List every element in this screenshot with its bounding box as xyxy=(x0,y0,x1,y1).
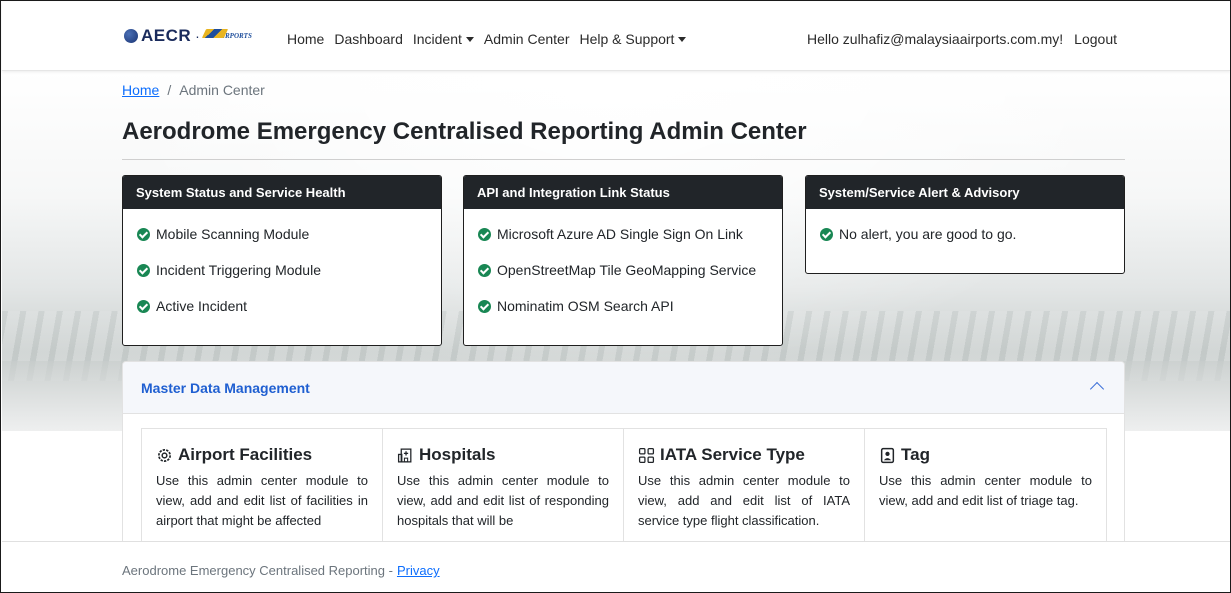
module-list: Airport Facilities Use this admin center… xyxy=(141,428,1107,549)
footer-text: Aerodrome Emergency Centralised Reportin… xyxy=(122,563,393,578)
globe-icon xyxy=(124,29,138,43)
system-status-card: System Status and Service Health Mobile … xyxy=(122,175,442,346)
status-item: OpenStreetMap Tile GeoMapping Service xyxy=(478,257,782,293)
check-circle-icon xyxy=(137,228,150,241)
user-area: Hello zulhafiz@malaysiaairports.com.my! … xyxy=(807,31,1117,47)
check-circle-icon xyxy=(137,300,150,313)
accordion-title: Master Data Management xyxy=(141,379,310,396)
check-circle-icon xyxy=(478,264,491,277)
module-description: Use this admin center module to view, ad… xyxy=(638,473,850,528)
privacy-link[interactable]: Privacy xyxy=(397,563,440,578)
module-title: Hospitals xyxy=(397,445,609,465)
caret-down-icon xyxy=(678,36,687,42)
nav-admin-center[interactable]: Admin Center xyxy=(484,31,570,47)
nav-incident-dropdown[interactable]: Incident xyxy=(413,31,474,47)
accordion-toggle[interactable]: Master Data Management xyxy=(123,362,1124,414)
check-circle-icon xyxy=(478,300,491,313)
module-description: Use this admin center module to view, ad… xyxy=(156,473,368,528)
breadcrumb: Home / Admin Center xyxy=(122,82,265,98)
module-tag[interactable]: Tag Use this admin center module to view… xyxy=(865,429,1106,549)
breadcrumb-current: Admin Center xyxy=(179,82,265,98)
gear-icon xyxy=(158,448,171,462)
status-item: Active Incident xyxy=(137,293,441,329)
airport-wing-icon xyxy=(201,29,228,38)
breadcrumb-separator: / xyxy=(167,82,172,98)
nav-links: Home Dashboard Incident Admin Center Hel… xyxy=(287,31,696,47)
status-list: Mobile Scanning Module Incident Triggeri… xyxy=(123,209,441,329)
hospital-icon xyxy=(397,447,412,463)
module-title: IATA Service Type xyxy=(638,445,850,465)
chevron-up-icon xyxy=(1089,381,1105,397)
brand-name: AECR xyxy=(141,26,192,45)
page-footer: Aerodrome Emergency Centralised Reportin… xyxy=(2,541,1230,592)
page-title: Aerodrome Emergency Centralised Reportin… xyxy=(122,118,807,145)
module-description: Use this admin center module to view, ad… xyxy=(397,473,609,528)
module-iata-service-type[interactable]: IATA Service Type Use this admin center … xyxy=(624,429,865,549)
malaysia-airports-logo: AIRPORTS xyxy=(201,28,252,44)
module-airport-facilities[interactable]: Airport Facilities Use this admin center… xyxy=(142,429,383,549)
status-item: Incident Triggering Module xyxy=(137,257,441,293)
status-item: Mobile Scanning Module xyxy=(137,221,441,257)
nav-dashboard[interactable]: Dashboard xyxy=(334,31,403,47)
brand-separator: · xyxy=(195,28,200,44)
nav-help-support-dropdown[interactable]: Help & Support xyxy=(580,31,687,47)
module-hospitals[interactable]: Hospitals Use this admin center module t… xyxy=(383,429,624,549)
logout-link[interactable]: Logout xyxy=(1074,31,1117,47)
card-header: System/Service Alert & Advisory xyxy=(806,176,1124,209)
check-circle-icon xyxy=(137,264,150,277)
nav-home[interactable]: Home xyxy=(287,31,324,47)
status-item: Nominatim OSM Search API xyxy=(478,293,782,329)
module-title: Airport Facilities xyxy=(156,445,368,465)
status-item: No alert, you are good to go. xyxy=(820,221,1124,257)
tag-icon xyxy=(880,447,895,463)
user-greeting: Hello zulhafiz@malaysiaairports.com.my! xyxy=(806,31,1064,47)
grid-icon xyxy=(638,447,655,463)
browser-viewport: AECR · AIRPORTS Home Dashboard Incident … xyxy=(0,0,1231,593)
status-list: Microsoft Azure AD Single Sign On Link O… xyxy=(464,209,782,329)
breadcrumb-home-link[interactable]: Home xyxy=(122,82,159,98)
brand-logo[interactable]: AECR · AIRPORTS xyxy=(124,26,252,46)
caret-down-icon xyxy=(465,36,474,42)
card-header: System Status and Service Health xyxy=(123,176,441,209)
card-header: API and Integration Link Status xyxy=(464,176,782,209)
module-description: Use this admin center module to view, ad… xyxy=(879,473,1092,508)
title-divider xyxy=(122,159,1125,160)
module-title: Tag xyxy=(879,445,1092,465)
top-navbar: AECR · AIRPORTS Home Dashboard Incident … xyxy=(2,2,1230,71)
check-circle-icon xyxy=(820,228,833,241)
alert-advisory-card: System/Service Alert & Advisory No alert… xyxy=(805,175,1125,274)
status-list: No alert, you are good to go. xyxy=(806,209,1124,257)
check-circle-icon xyxy=(478,228,491,241)
api-integration-status-card: API and Integration Link Status Microsof… xyxy=(463,175,783,346)
status-item: Microsoft Azure AD Single Sign On Link xyxy=(478,221,782,257)
